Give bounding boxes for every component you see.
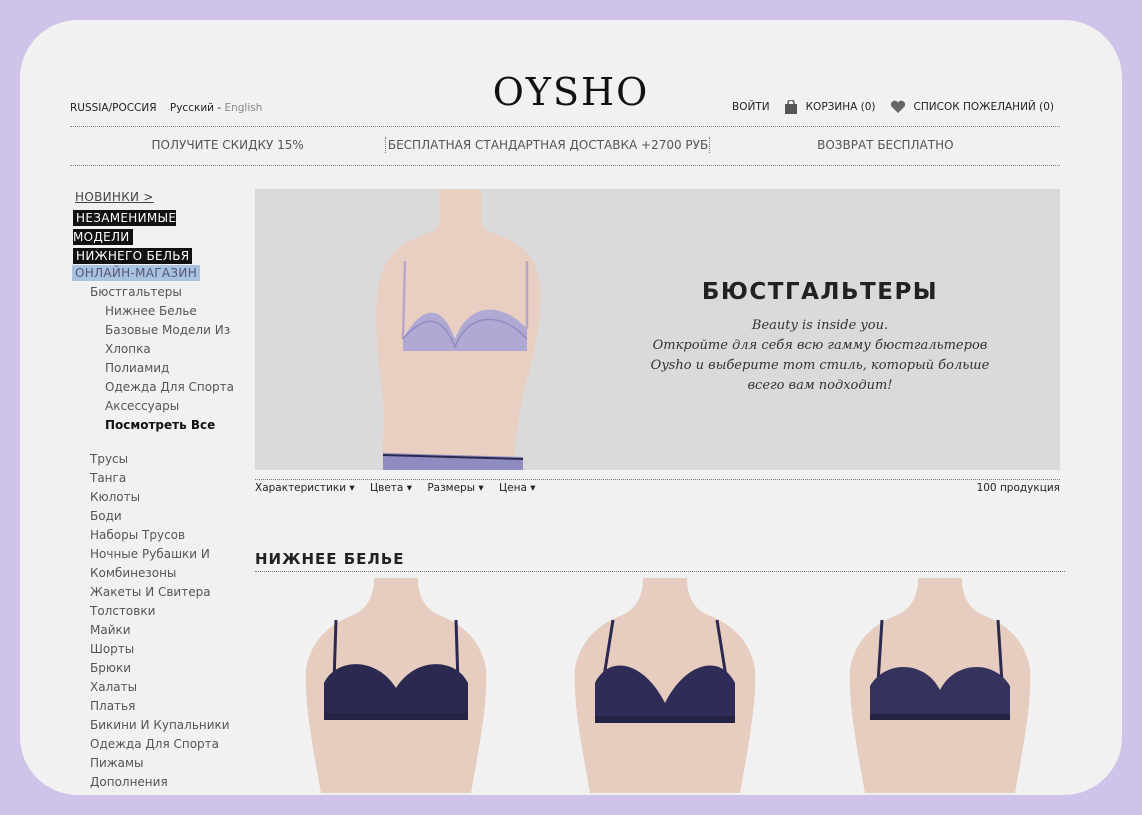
sidebar-subitem[interactable]: Базовые Модели Из <box>105 323 230 337</box>
chevron-down-icon: ▾ <box>406 482 412 494</box>
product-card[interactable] <box>565 578 765 793</box>
product-image <box>849 578 1031 793</box>
login-link[interactable]: ВОЙТИ <box>732 101 770 113</box>
chevron-down-icon: ▾ <box>478 482 484 494</box>
filter-label: Размеры <box>427 482 475 494</box>
product-card[interactable] <box>296 578 496 793</box>
page-frame: OYSHO RUSSIA/РОССИЯ Русский - English ВО… <box>20 20 1122 795</box>
sidebar-item[interactable]: Толстовки <box>90 604 155 618</box>
product-card[interactable] <box>840 578 1040 793</box>
sidebar-item[interactable]: Шорты <box>90 642 134 656</box>
lang-separator: - <box>213 102 225 114</box>
chevron-down-icon: ▾ <box>349 482 355 494</box>
sidebar-subitem[interactable]: Нижнее Белье <box>105 304 197 318</box>
sidebar-item[interactable]: Брюки <box>90 661 131 675</box>
sidebar-item[interactable]: Боди <box>90 509 122 523</box>
locale-bar: RUSSIA/РОССИЯ Русский - English <box>70 102 262 114</box>
sidebar-subitem[interactable]: Хлопка <box>105 342 151 356</box>
lang-en-link[interactable]: English <box>224 102 262 114</box>
lang-ru-link[interactable]: Русский <box>170 102 214 114</box>
filter-features[interactable]: Характеристики ▾ <box>255 482 355 494</box>
cart-link[interactable]: КОРЗИНА (0) <box>806 101 876 113</box>
promo-discount[interactable]: ПОЛУЧИТЕ СКИДКУ 15% <box>70 138 385 152</box>
banner-tagline: Beauty is inside you. Откройте для себя … <box>615 316 1025 396</box>
category-banner[interactable]: БЮСТГАЛЬТЕРЫ Beauty is inside you. Откро… <box>255 189 1060 470</box>
promo-shipping[interactable]: БЕСПЛАТНАЯ СТАНДАРТНАЯ ДОСТАВКА +2700 РУ… <box>387 138 708 152</box>
filter-divider <box>255 479 1060 480</box>
sidebar-item[interactable]: Платья <box>90 699 135 713</box>
essential-line: НИЖНЕГО БЕЛЬЯ <box>73 248 193 264</box>
filter-bar: Характеристики ▾ Цвета ▾ Размеры ▾ Цена … <box>255 482 1060 494</box>
sidebar-item-bras[interactable]: Бюстгальтеры <box>90 285 182 299</box>
sidebar-item[interactable]: Бикини И Купальники <box>90 718 230 732</box>
sidebar-item[interactable]: Комбинезоны <box>90 566 176 580</box>
country-selector[interactable]: RUSSIA/РОССИЯ <box>70 102 157 114</box>
sidebar-item[interactable]: Майки <box>90 623 131 637</box>
product-image <box>305 578 487 793</box>
banner-title: БЮСТГАЛЬТЕРЫ <box>701 279 939 305</box>
banner-line: всего вам подходит! <box>747 378 893 393</box>
sidebar-item[interactable]: Танга <box>90 471 126 485</box>
sidebar-item[interactable]: Кюлоты <box>90 490 140 504</box>
section-divider <box>255 571 1065 572</box>
sidebar-subitem[interactable]: Аксессуары <box>105 399 179 413</box>
account-bar: ВОЙТИ КОРЗИНА (0) СПИСОК ПОЖЕЛАНИЙ (0) <box>732 100 1054 114</box>
sidebar-item[interactable]: Дополнения <box>90 775 168 789</box>
sidebar-view-all[interactable]: Посмотреть Все <box>105 418 215 432</box>
sidebar-new-link[interactable]: НОВИНКИ > <box>75 190 154 204</box>
sidebar-item[interactable]: Ночные Рубашки И <box>90 547 210 561</box>
shopping-bag-icon[interactable] <box>784 100 798 114</box>
sidebar-item[interactable]: Жакеты И Свитера <box>90 585 211 599</box>
product-image <box>574 578 756 793</box>
section-title: НИЖНЕЕ БЕЛЬЕ <box>255 550 405 568</box>
sidebar-item[interactable]: Трусы <box>90 452 128 466</box>
banner-line: Откройте для себя всю гамму бюстгальтеро… <box>652 338 988 353</box>
sidebar-item[interactable]: Халаты <box>90 680 137 694</box>
sidebar-subitem[interactable]: Одежда Для Спорта <box>105 380 234 394</box>
heart-icon[interactable] <box>890 100 906 114</box>
sidebar-subitem[interactable]: Полиамид <box>105 361 169 375</box>
promo-returns[interactable]: ВОЗВРАТ БЕСПЛАТНО <box>711 138 1060 152</box>
promo-bar: ПОЛУЧИТЕ СКИДКУ 15% БЕСПЛАТНАЯ СТАНДАРТН… <box>70 130 1060 160</box>
filter-label: Характеристики <box>255 482 347 494</box>
filter-sizes[interactable]: Размеры ▾ <box>427 482 483 494</box>
banner-line: Beauty is inside you. <box>751 318 889 333</box>
filter-label: Цвета <box>369 482 404 494</box>
sidebar-essential-link[interactable]: НЕЗАМЕНИМЫЕ МОДЕЛИ НИЖНЕГО БЕЛЬЯ <box>73 209 233 266</box>
sidebar-item[interactable]: Наборы Трусов <box>90 528 185 542</box>
product-count: 100 продукция <box>976 482 1060 494</box>
filter-colors[interactable]: Цвета ▾ <box>370 482 412 494</box>
promo-divider-bottom <box>70 165 1060 166</box>
sidebar-shop-link[interactable]: ОНЛАЙН-МАГАЗИН <box>72 265 201 281</box>
filter-price[interactable]: Цена ▾ <box>499 482 536 494</box>
essential-line: НЕЗАМЕНИМЫЕ МОДЕЛИ <box>73 210 177 245</box>
chevron-down-icon: ▾ <box>530 482 536 494</box>
filter-label: Цена <box>498 482 527 494</box>
header-divider <box>70 126 1060 127</box>
wishlist-link[interactable]: СПИСОК ПОЖЕЛАНИЙ (0) <box>914 101 1054 113</box>
sidebar-item[interactable]: Пижамы <box>90 756 144 770</box>
sidebar-item[interactable]: Одежда Для Спорта <box>90 737 219 751</box>
banner-line: Oysho и выберите тот стиль, который боль… <box>650 358 990 373</box>
